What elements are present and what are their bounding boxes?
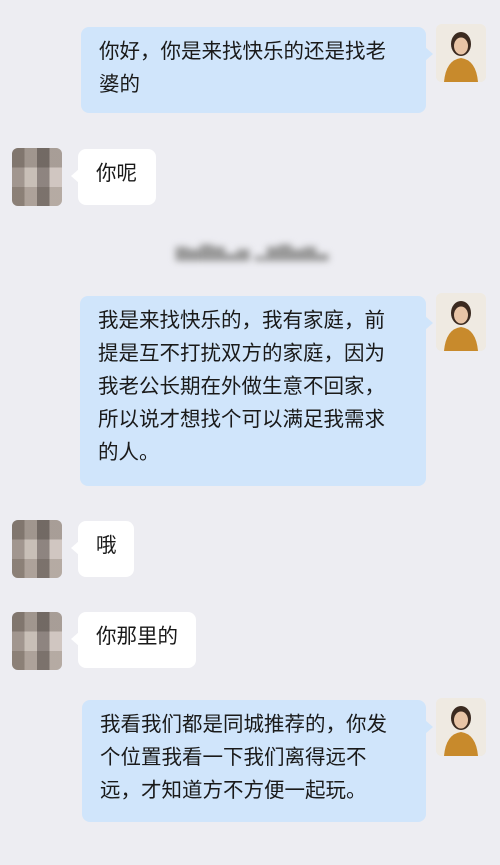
blurred-avatar-icon <box>12 148 62 206</box>
message-bubble[interactable]: 我是来找快乐的，我有家庭，前 提是互不打扰双方的家庭，因为 我老公长期在外做生意… <box>80 296 433 486</box>
user-avatar-icon <box>436 24 486 82</box>
message-bubble[interactable]: 你呢 <box>71 149 156 205</box>
avatar[interactable] <box>436 698 486 756</box>
blurred-avatar-icon <box>12 612 62 670</box>
timestamp: ▆▅▇▆▃▅ ▂▆▇▅▆▃ <box>175 242 329 261</box>
avatar[interactable] <box>436 24 486 82</box>
avatar[interactable] <box>12 520 62 578</box>
avatar[interactable] <box>12 148 62 206</box>
blurred-avatar-icon <box>12 520 62 578</box>
message-bubble[interactable]: 你好，你是来找快乐的还是找老 婆的 <box>81 27 433 113</box>
message-bubble[interactable]: 我看我们都是同城推荐的，你发 个位置我看一下我们离得远不 远，才知道方不方便一起… <box>82 700 433 822</box>
message-bubble[interactable]: 你那里的 <box>71 612 196 668</box>
avatar[interactable] <box>12 612 62 670</box>
avatar[interactable] <box>436 293 486 351</box>
user-avatar-icon <box>436 698 486 756</box>
user-avatar-icon <box>436 293 486 351</box>
message-bubble[interactable]: 哦 <box>71 521 134 577</box>
